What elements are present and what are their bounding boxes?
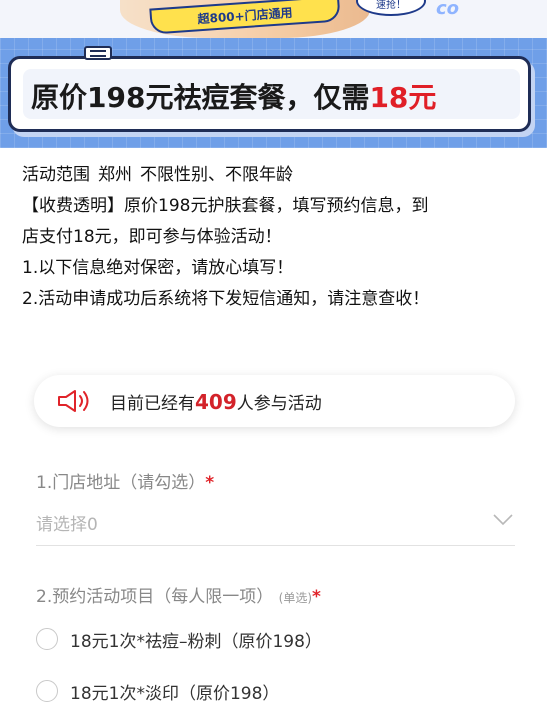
scope-label: 活动范围 — [22, 165, 90, 185]
activity-scope: 活动范围 郑州 不限性别、不限年龄 — [22, 160, 532, 191]
project-option[interactable]: 18元1次*祛痘–粉刺（原价198） — [36, 624, 322, 654]
store-required-mark: * — [205, 473, 215, 493]
store-address-label: 1.门店地址（请勾选）* — [36, 468, 214, 493]
sms-note: 2.活动申请成功后系统将下发短信通知，请注意查收！ — [22, 289, 430, 309]
speech-bubble-text: 速抢！ — [376, 0, 406, 11]
project-label-text: 2.预约活动项目（每人限一项） — [36, 587, 274, 607]
project-option-label: 18元1次*淡印（原价198） — [70, 683, 280, 704]
project-option[interactable]: 18元1次*淡印（原价198） — [36, 676, 279, 706]
title-tab-decoration — [84, 46, 112, 60]
store-address-label-text: 1.门店地址（请勾选） — [36, 473, 206, 493]
scope-limits: 不限性别、不限年龄 — [140, 165, 293, 185]
title-band: 原价198元祛痘套餐，仅需18元 — [0, 38, 547, 148]
page-title: 原价198元祛痘套餐，仅需18元 — [31, 76, 436, 116]
top-banner-image: 超800+门店通用 速抢！ co — [0, 0, 547, 38]
project-option-label: 18元1次*祛痘–粉刺（原价198） — [70, 631, 322, 652]
project-single-choice-note: (单选) — [278, 591, 313, 605]
title-card: 原价198元祛痘套餐，仅需18元 — [8, 56, 531, 132]
store-address-select[interactable]: 请选择0 — [36, 502, 515, 546]
participants-count: 409 — [195, 390, 237, 414]
radio-button[interactable] — [36, 628, 58, 650]
scope-city: 郑州 — [98, 165, 132, 185]
participants-banner: 目前已经有409人参与活动 — [34, 375, 515, 427]
project-required-mark: * — [312, 587, 321, 607]
banner-blue-mark: co — [436, 0, 460, 19]
fee-line-2: 店支付18元，即可参与体验活动！ — [22, 227, 282, 247]
project-label: 2.预约活动项目（每人限一项） (单选)* — [36, 582, 321, 607]
fee-line-1: 【收费透明】原价198元护肤套餐，填写预约信息，到 — [22, 196, 429, 216]
chevron-down-icon — [493, 514, 513, 526]
store-address-placeholder: 请选择0 — [36, 515, 98, 535]
participants-prefix: 目前已经有 — [110, 394, 195, 414]
radio-button[interactable] — [36, 680, 58, 702]
activity-intro: 活动范围 郑州 不限性别、不限年龄 【收费透明】原价198元护肤套餐，填写预约信息，… — [22, 160, 532, 315]
privacy-note: 1.以下信息绝对保密，请放心填写！ — [22, 258, 294, 278]
page-title-price: 18元 — [369, 81, 437, 114]
speaker-icon — [58, 390, 89, 412]
promo-ribbon-text: 超800+门店通用 — [197, 5, 293, 26]
participants-text: 目前已经有409人参与活动 — [110, 389, 322, 414]
page-title-main: 原价198元祛痘套餐，仅需 — [31, 81, 370, 114]
participants-suffix: 人参与活动 — [236, 394, 322, 414]
